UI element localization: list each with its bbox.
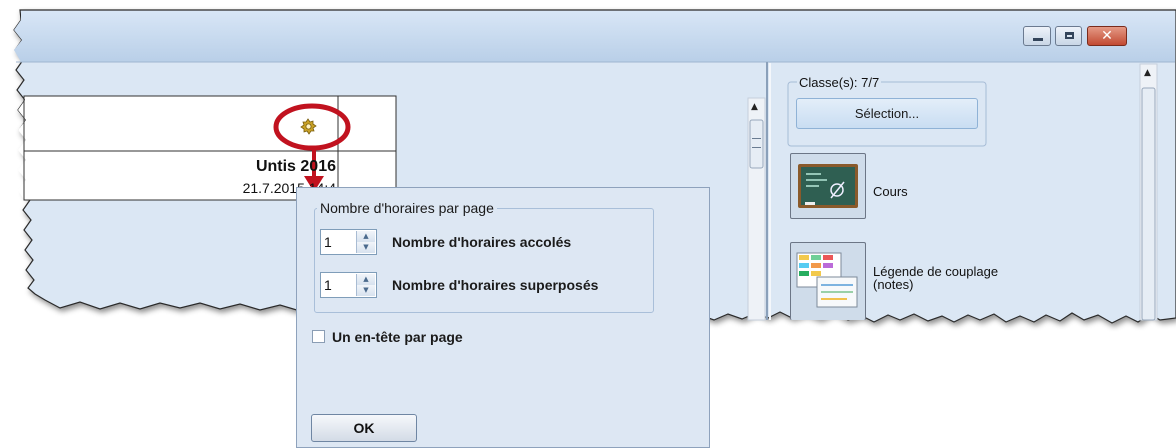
legende-label: Légende de couplage (notes) — [873, 264, 999, 292]
gear-icon[interactable] — [298, 117, 318, 137]
accoles-label: Nombre d'horaires accolés — [392, 234, 572, 250]
chevron-down-icon[interactable]: ▼ — [357, 242, 375, 253]
maximize-button[interactable] — [1055, 26, 1082, 46]
timetable-legend-icon — [796, 252, 858, 308]
en-tete-label[interactable]: Un en-tête par page — [332, 329, 463, 345]
print-options-popup: Nombre d'horaires par page 1 ▲ ▼ Nombre … — [296, 187, 710, 448]
cours-tile[interactable] — [790, 153, 866, 219]
scroll-up-icon[interactable]: ▲ — [751, 102, 758, 112]
panel-scroll-up-icon[interactable]: ▲ — [1144, 68, 1151, 78]
screenshot-scene: ✕ Untis 2016 21.7.2015 14:4 ▲ ▲ Classe(s… — [0, 0, 1176, 448]
chevron-down-icon[interactable]: ▼ — [357, 285, 375, 296]
title-bar — [14, 11, 1175, 62]
group-title: Nombre d'horaires par page — [317, 200, 497, 216]
close-icon: ✕ — [1101, 28, 1113, 44]
accoles-stepper[interactable]: 1 ▲ ▼ — [320, 229, 377, 255]
minimize-button[interactable] — [1023, 26, 1051, 46]
maximize-icon — [1065, 32, 1074, 39]
classes-label: Classe(s): 7/7 — [797, 75, 882, 90]
stepper-buttons: ▲ ▼ — [356, 231, 375, 253]
close-button[interactable]: ✕ — [1087, 26, 1127, 46]
blackboard-icon — [798, 164, 858, 208]
accoles-value[interactable]: 1 — [324, 234, 332, 250]
preview-title: Untis 2016 — [255, 158, 336, 175]
selection-button[interactable]: Sélection... — [796, 98, 978, 129]
cours-label: Cours — [873, 184, 908, 199]
legende-tile[interactable] — [790, 242, 866, 320]
minimize-icon — [1033, 38, 1043, 41]
superposes-label: Nombre d'horaires superposés — [392, 277, 599, 293]
stepper-buttons: ▲ ▼ — [356, 274, 375, 296]
scroll-grip-icon — [752, 138, 761, 148]
superposes-value[interactable]: 1 — [324, 277, 332, 293]
superposes-stepper[interactable]: 1 ▲ ▼ — [320, 272, 377, 298]
en-tete-checkbox[interactable] — [312, 330, 325, 343]
ok-button[interactable]: OK — [311, 414, 417, 442]
